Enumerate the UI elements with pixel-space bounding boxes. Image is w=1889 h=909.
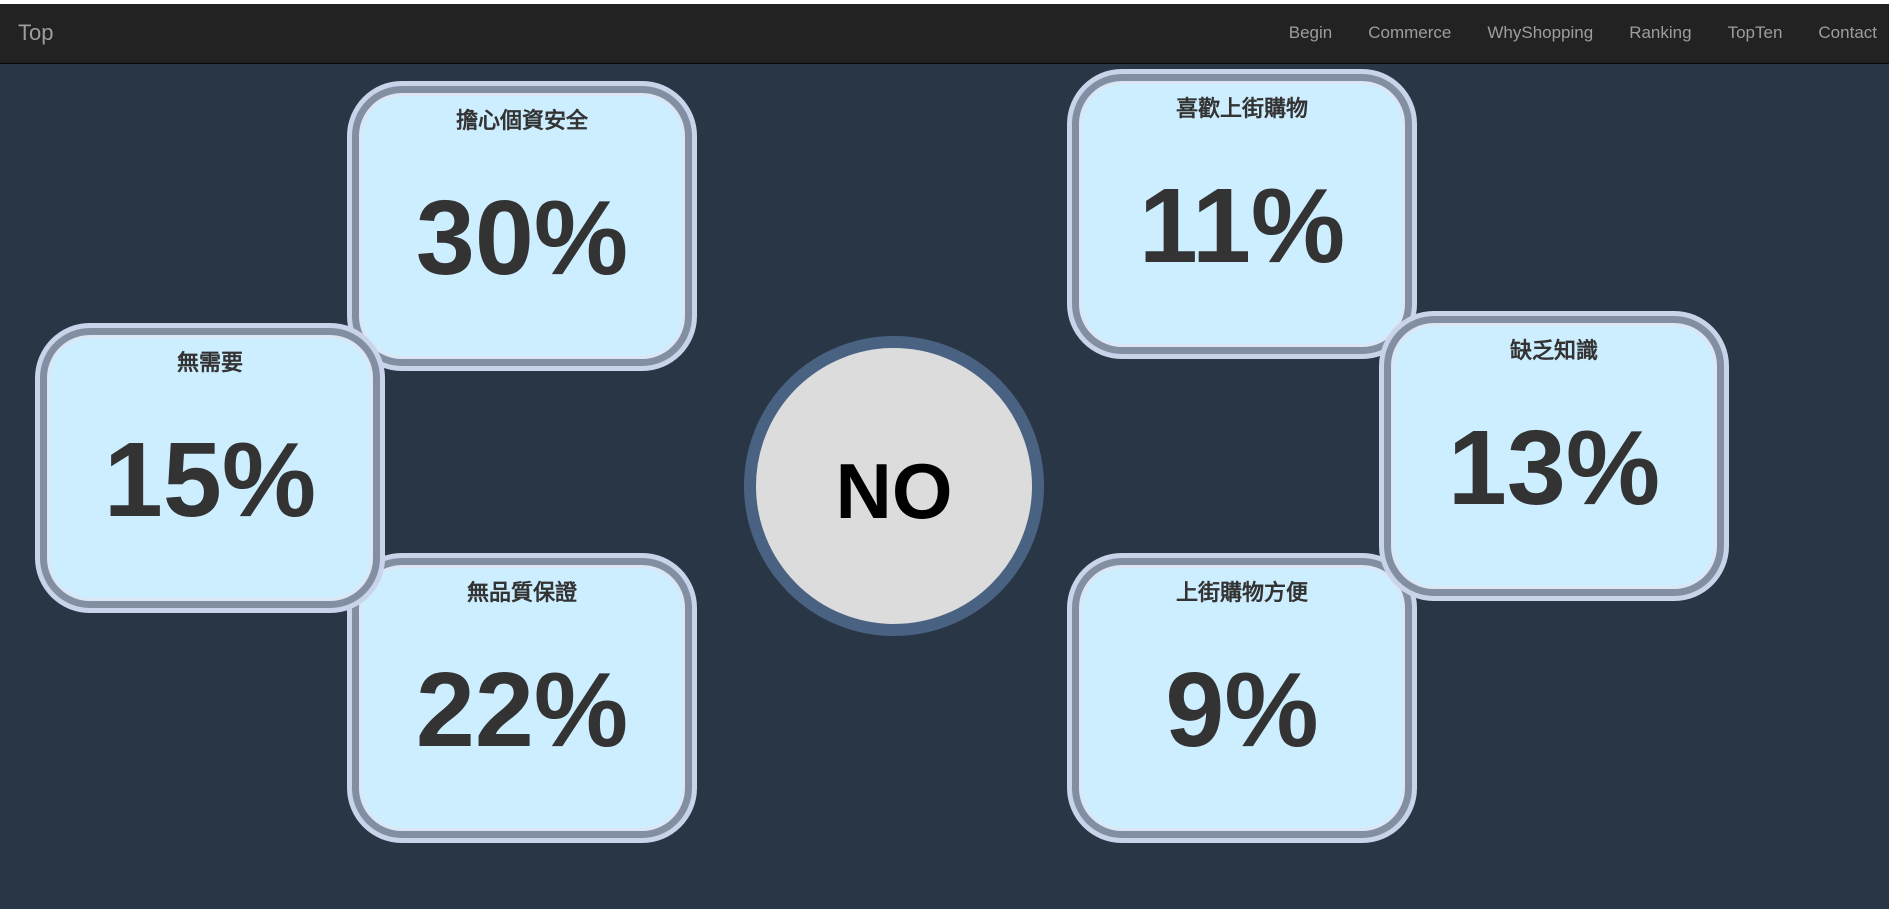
reason-card-value: 9%	[1165, 651, 1319, 769]
reason-card-title: 上街購物方便	[1175, 580, 1308, 605]
reason-card-value: 13%	[1447, 409, 1661, 527]
brand-link[interactable]: Top	[18, 4, 53, 62]
reason-card-title: 無品質保證	[466, 580, 577, 605]
nav-link-topten[interactable]: TopTen	[1710, 4, 1801, 62]
reasons-stage: 擔心個資安全 30% 無品質保證 22% 無需要 15% NO 喜歡上街購物 1…	[0, 64, 1889, 909]
nav-link-whyshopping[interactable]: WhyShopping	[1469, 4, 1611, 62]
nav-link-commerce[interactable]: Commerce	[1350, 4, 1469, 62]
nav-menu: Begin Commerce WhyShopping Ranking TopTe…	[1271, 4, 1889, 62]
reason-card-lack-knowledge: 缺乏知識 13%	[1384, 316, 1724, 596]
reason-card-value: 22%	[415, 651, 629, 769]
reason-card-street-shopping-convenient: 上街購物方便 9%	[1072, 558, 1412, 838]
reason-card-no-need: 無需要 15%	[40, 328, 380, 608]
center-label: NO	[835, 447, 953, 535]
reason-card-privacy: 擔心個資安全 30%	[352, 86, 692, 366]
reason-card-title: 擔心個資安全	[455, 108, 588, 133]
reason-card-no-quality-guarantee: 無品質保證 22%	[352, 558, 692, 838]
reason-card-title: 喜歡上街購物	[1175, 96, 1308, 121]
center-no-circle: NO	[744, 336, 1044, 636]
reason-card-title: 無需要	[176, 350, 243, 375]
reason-card-like-street-shopping: 喜歡上街購物 11%	[1072, 74, 1412, 354]
nav-link-ranking[interactable]: Ranking	[1611, 4, 1709, 62]
reason-card-value: 30%	[415, 179, 629, 297]
nav-link-begin[interactable]: Begin	[1271, 4, 1350, 62]
reason-card-value: 11%	[1138, 167, 1346, 285]
reason-card-title: 缺乏知識	[1509, 338, 1598, 363]
reason-card-value: 15%	[103, 421, 317, 539]
nav-link-contact[interactable]: Contact	[1800, 4, 1889, 62]
top-navbar: Top Begin Commerce WhyShopping Ranking T…	[0, 4, 1889, 64]
